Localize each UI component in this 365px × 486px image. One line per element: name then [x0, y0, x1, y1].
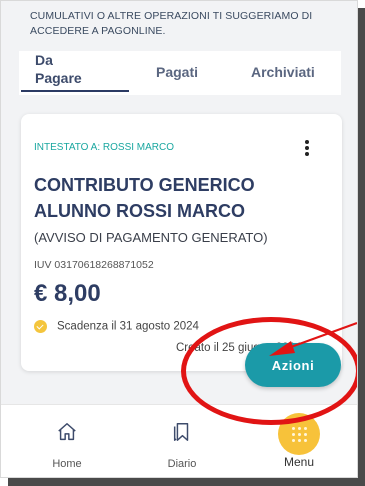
app-screen: CUMULATIVI O ALTRE OPERAZIONI TI SUGGERI…: [0, 0, 358, 478]
annotation-arrow: [269, 322, 357, 356]
